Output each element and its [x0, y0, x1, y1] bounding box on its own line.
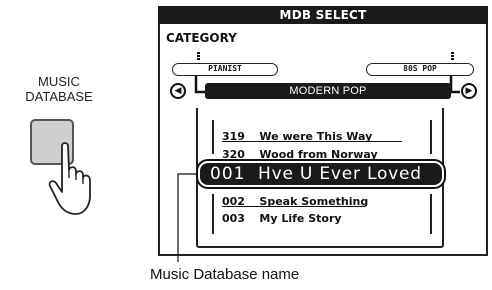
list-item[interactable]: 319 We were This Way	[222, 127, 372, 145]
category-heading: CATEGORY	[166, 31, 237, 45]
double-right-arrow-icon[interactable]: ▶	[461, 83, 477, 99]
scroll-track-left-top	[212, 120, 214, 154]
prev-arrow-glyph: ◀	[174, 86, 182, 96]
next-category-box[interactable]: 80S POP	[366, 63, 474, 76]
button-label-line2: DATABASE	[25, 89, 93, 104]
scroll-track-left-bottom	[212, 194, 214, 234]
music-database-button-label: MUSIC DATABASE	[2, 74, 116, 104]
song-number: 003	[222, 212, 245, 225]
prev-category-box[interactable]: PIANIST	[172, 63, 278, 76]
lcd-title: MDB SELECT	[279, 8, 367, 22]
scroll-track-right-bottom	[430, 194, 432, 234]
button-label-line1: MUSIC	[38, 74, 80, 89]
pressing-hand-icon	[48, 142, 91, 215]
row-divider	[222, 141, 402, 142]
scroll-track-right-top	[430, 120, 432, 154]
double-left-arrow-icon[interactable]: ◀	[170, 83, 186, 99]
callout-label: Music Database name	[150, 266, 300, 283]
list-item[interactable]: 003 My Life Story	[222, 209, 342, 227]
next-category-marker	[451, 52, 454, 60]
current-category-label: MODERN POP	[289, 85, 367, 97]
selected-song-number: 001	[210, 164, 246, 184]
row-divider	[222, 206, 362, 207]
song-title: My Life Story	[259, 212, 342, 225]
selected-song-title: Hve U Ever Loved	[258, 164, 422, 184]
song-number: 320	[222, 148, 245, 161]
song-title: Wood from Norway	[259, 148, 378, 161]
next-arrow-glyph: ▶	[465, 86, 473, 96]
prev-category-marker	[197, 52, 200, 60]
list-item[interactable]: 002 Speak Something	[222, 192, 368, 210]
